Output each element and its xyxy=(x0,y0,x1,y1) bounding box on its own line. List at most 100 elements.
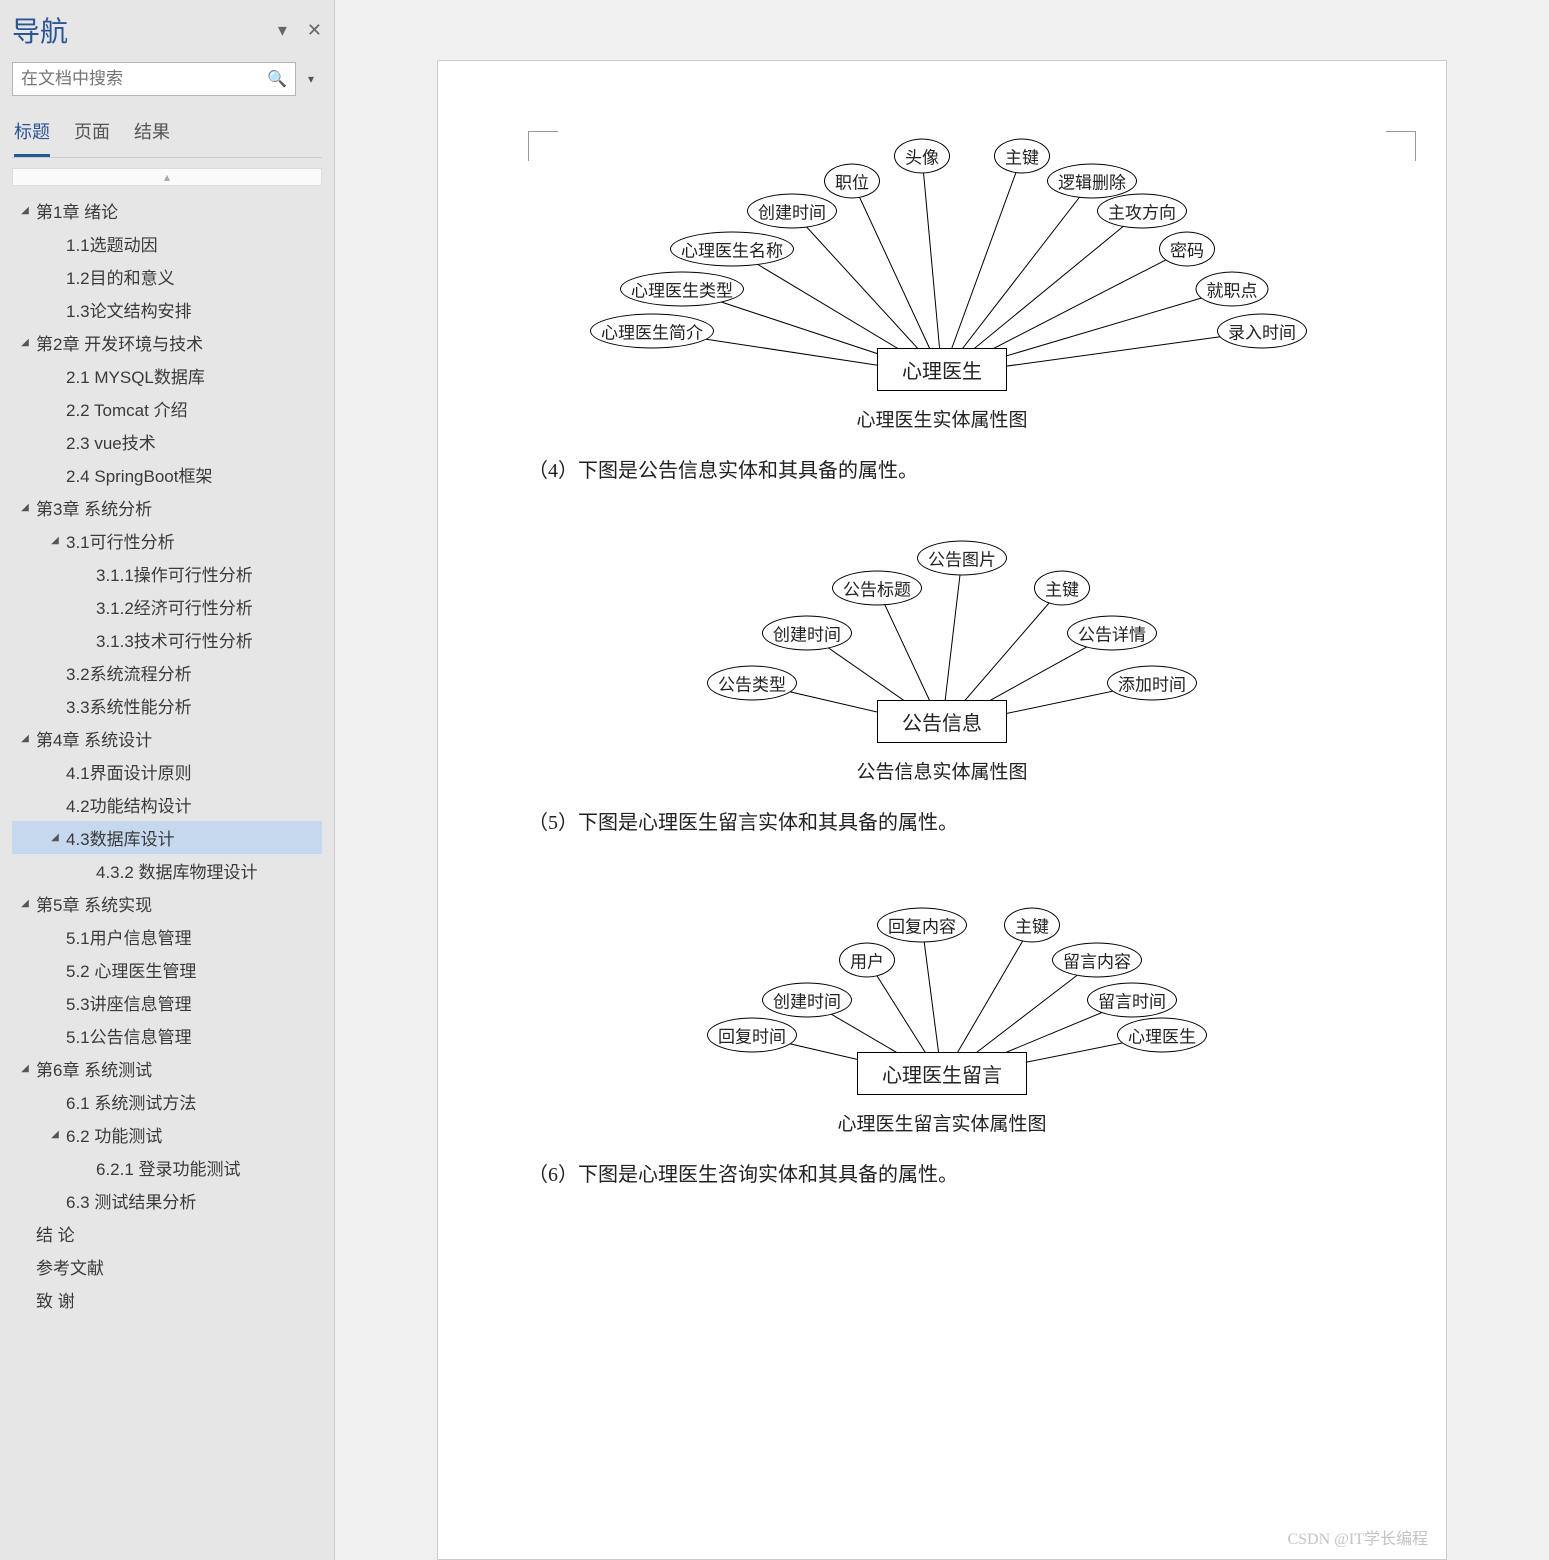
tree-item[interactable]: 参考文献 xyxy=(12,1250,322,1283)
tree-item[interactable]: 3.1.3技术可行性分析 xyxy=(12,623,322,656)
tree-toggle-icon[interactable]: ◢ xyxy=(16,1063,34,1074)
tree-item[interactable]: 4.1界面设计原则 xyxy=(12,755,322,788)
entity-attribute: 录入时间 xyxy=(1217,314,1307,349)
tree-toggle-icon[interactable]: ◢ xyxy=(16,733,34,744)
scroll-hint[interactable]: ▴ xyxy=(12,168,322,186)
tree-item[interactable]: 6.1 系统测试方法 xyxy=(12,1085,322,1118)
tree-item[interactable]: 4.3.2 数据库物理设计 xyxy=(12,854,322,887)
tree-toggle-icon[interactable]: ◢ xyxy=(46,1129,64,1140)
tree-item-label: 第2章 开发环境与技术 xyxy=(34,330,203,355)
tree-item[interactable]: ◢4.3数据库设计 xyxy=(12,821,322,854)
tree-item[interactable]: ◢3.1可行性分析 xyxy=(12,524,322,557)
entity-attribute: 心理医生简介 xyxy=(590,314,714,349)
entity-box: 心理医生 xyxy=(877,348,1007,391)
tree-item[interactable]: 3.1.1操作可行性分析 xyxy=(12,557,322,590)
nav-tree: ◢第1章 绪论1.1选题动因1.2目的和意义1.3论文结构安排◢第2章 开发环境… xyxy=(12,194,322,1550)
tree-item[interactable]: 5.3讲座信息管理 xyxy=(12,986,322,1019)
nav-tab[interactable]: 页面 xyxy=(74,114,110,157)
tree-item-label: 5.1公告信息管理 xyxy=(64,1023,192,1048)
tree-item[interactable]: 致 谢 xyxy=(12,1283,322,1316)
search-icon[interactable]: 🔍 xyxy=(267,69,287,89)
tree-item[interactable]: ◢6.2 功能测试 xyxy=(12,1118,322,1151)
tree-item[interactable]: 2.4 SpringBoot框架 xyxy=(12,458,322,491)
tree-toggle-icon[interactable]: ◢ xyxy=(16,502,34,513)
nav-tab[interactable]: 结果 xyxy=(134,114,170,157)
tree-item-label: 第3章 系统分析 xyxy=(34,495,152,520)
body-paragraph: （5）下图是心理医生留言实体和其具备的属性。 xyxy=(488,806,1396,835)
tree-item[interactable]: 3.1.2经济可行性分析 xyxy=(12,590,322,623)
tree-item[interactable]: 5.1用户信息管理 xyxy=(12,920,322,953)
search-options-icon[interactable]: ▾ xyxy=(300,62,322,96)
tree-item-label: 3.1.2经济可行性分析 xyxy=(94,594,253,619)
tree-item[interactable]: 6.2.1 登录功能测试 xyxy=(12,1151,322,1184)
tree-toggle-icon[interactable]: ◢ xyxy=(16,205,34,216)
tree-toggle-icon[interactable]: ◢ xyxy=(16,337,34,348)
tree-item[interactable]: ◢第4章 系统设计 xyxy=(12,722,322,755)
dropdown-icon[interactable]: ▾ xyxy=(278,20,287,41)
tree-item[interactable]: 2.1 MYSQL数据库 xyxy=(12,359,322,392)
tree-item[interactable]: 2.3 vue技术 xyxy=(12,425,322,458)
entity-attribute: 心理医生名称 xyxy=(670,232,794,267)
tree-item[interactable]: 6.3 测试结果分析 xyxy=(12,1184,322,1217)
tree-item-label: 第6章 系统测试 xyxy=(34,1056,152,1081)
tree-item-label: 6.2.1 登录功能测试 xyxy=(94,1155,241,1180)
tree-toggle-icon[interactable]: ◢ xyxy=(46,535,64,546)
entity-attribute: 用户 xyxy=(839,943,895,978)
tree-item[interactable]: ◢第1章 绪论 xyxy=(12,194,322,227)
tree-item-label: 2.1 MYSQL数据库 xyxy=(64,363,205,388)
entity-attribute: 主键 xyxy=(1034,571,1090,606)
tree-item-label: 1.2目的和意义 xyxy=(64,264,175,289)
tree-item-label: 结 论 xyxy=(34,1221,75,1246)
close-icon[interactable]: ✕ xyxy=(307,20,322,41)
search-box[interactable]: 🔍 xyxy=(12,62,296,96)
entity-attribute: 添加时间 xyxy=(1107,666,1197,701)
tree-item-label: 6.1 系统测试方法 xyxy=(64,1089,196,1114)
entity-box: 心理医生留言 xyxy=(857,1052,1027,1095)
tree-item[interactable]: 4.2功能结构设计 xyxy=(12,788,322,821)
document-area: 心理医生简介心理医生类型心理医生名称创建时间职位头像主键逻辑删除主攻方向密码就职… xyxy=(335,0,1549,1560)
tree-item-label: 3.2系统流程分析 xyxy=(64,660,192,685)
tree-item-label: 6.2 功能测试 xyxy=(64,1122,162,1147)
tree-item[interactable]: 结 论 xyxy=(12,1217,322,1250)
tree-item-label: 4.3数据库设计 xyxy=(64,825,175,850)
tree-item[interactable]: ◢第6章 系统测试 xyxy=(12,1052,322,1085)
tree-item[interactable]: 1.2目的和意义 xyxy=(12,260,322,293)
tree-toggle-icon[interactable]: ◢ xyxy=(16,898,34,909)
tree-item-label: 3.3系统性能分析 xyxy=(64,693,192,718)
entity-attribute: 创建时间 xyxy=(747,194,837,229)
tree-item-label: 第5章 系统实现 xyxy=(34,891,152,916)
tree-item[interactable]: ◢第3章 系统分析 xyxy=(12,491,322,524)
tree-item[interactable]: ◢第5章 系统实现 xyxy=(12,887,322,920)
entity-attribute: 心理医生类型 xyxy=(620,272,744,307)
entity-attribute: 公告图片 xyxy=(917,541,1007,576)
entity-attribute: 心理医生 xyxy=(1117,1018,1207,1053)
tree-item[interactable]: 3.2系统流程分析 xyxy=(12,656,322,689)
tree-item-label: 2.2 Tomcat 介绍 xyxy=(64,396,188,421)
nav-tab[interactable]: 标题 xyxy=(14,114,50,157)
tree-item-label: 4.1界面设计原则 xyxy=(64,759,192,784)
search-input[interactable] xyxy=(21,69,267,89)
tree-item[interactable]: ◢第2章 开发环境与技术 xyxy=(12,326,322,359)
entity-attribute: 公告详情 xyxy=(1067,616,1157,651)
tree-item[interactable]: 3.3系统性能分析 xyxy=(12,689,322,722)
entity-attribute: 主攻方向 xyxy=(1097,194,1187,229)
tree-item[interactable]: 5.2 心理医生管理 xyxy=(12,953,322,986)
tree-item[interactable]: 2.2 Tomcat 介绍 xyxy=(12,392,322,425)
entity-attribute: 留言内容 xyxy=(1052,943,1142,978)
tree-item[interactable]: 1.3论文结构安排 xyxy=(12,293,322,326)
watermark: CSDN @IT学长编程 xyxy=(1287,1525,1428,1549)
entity-attribute: 就职点 xyxy=(1196,272,1269,307)
diagram-caption: 公告信息实体属性图 xyxy=(488,757,1396,784)
page-corner-tr xyxy=(1386,131,1416,161)
er-diagram: 回复时间创建时间用户回复内容主键留言内容留言时间心理医生心理医生留言 xyxy=(632,875,1252,1095)
entity-attribute: 创建时间 xyxy=(762,983,852,1018)
entity-attribute: 职位 xyxy=(824,164,880,199)
tree-item-label: 5.3讲座信息管理 xyxy=(64,990,192,1015)
tree-toggle-icon[interactable]: ◢ xyxy=(46,832,64,843)
entity-attribute: 公告类型 xyxy=(707,666,797,701)
tree-item[interactable]: 1.1选题动因 xyxy=(12,227,322,260)
tree-item-label: 3.1.1操作可行性分析 xyxy=(94,561,253,586)
tree-item-label: 6.3 测试结果分析 xyxy=(64,1188,196,1213)
body-paragraph: （6）下图是心理医生咨询实体和其具备的属性。 xyxy=(488,1158,1396,1187)
tree-item[interactable]: 5.1公告信息管理 xyxy=(12,1019,322,1052)
